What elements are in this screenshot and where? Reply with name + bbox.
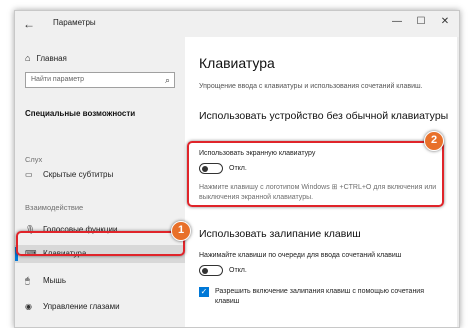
home-icon: ⌂ [25, 53, 31, 63]
highlight-box-keyboard [16, 231, 185, 256]
search-placeholder: Найти параметр [31, 76, 84, 83]
sidebar-section-title: Специальные возможности [25, 109, 136, 118]
sticky-keys-shortcut-label: Разрешить включение залипания клавиш с п… [215, 288, 425, 305]
sticky-keys-toggle-state: Откл. [229, 267, 247, 274]
highlight-box-onscreen-keyboard [187, 141, 444, 207]
minimize-icon[interactable]: — [389, 16, 405, 27]
search-input[interactable]: Найти параметр ⌕ [25, 72, 175, 88]
sidebar-item-label: Мышь [43, 276, 66, 285]
captions-icon: ▭ [25, 170, 33, 179]
sidebar-home[interactable]: ⌂ Главная [25, 53, 67, 63]
step-marker-1: 1 [171, 221, 191, 241]
maximize-icon[interactable]: ☐ [413, 16, 429, 27]
sidebar-item-mouse[interactable]: 🖱 Мышь [25, 272, 66, 290]
page-title: Клавиатура [199, 55, 275, 71]
group-label-interaction: Взаимодействие [25, 203, 84, 212]
scrollbar[interactable] [457, 37, 459, 327]
back-arrow-icon[interactable]: ← [23, 17, 35, 31]
sidebar-item-closed-captions[interactable]: ▭ Скрытые субтитры [25, 166, 113, 184]
sidebar: ⌂ Главная Найти параметр ⌕ Специальные во… [15, 37, 185, 327]
sticky-keys-label: Нажимайте клавиши по очереди для ввода с… [199, 252, 402, 259]
title-bar: ← Параметры — ☐ ✕ [15, 11, 459, 37]
sticky-keys-shortcut-checkbox[interactable]: ✓ [199, 287, 209, 297]
home-label: Главная [36, 54, 67, 63]
sidebar-item-label: Скрытые субтитры [43, 170, 114, 179]
section-heading-sticky-keys: Использовать залипание клавиш [199, 228, 361, 240]
page-subtitle: Упрощение ввода с клавиатуры и использов… [199, 83, 423, 90]
section-heading-onscreen-keyboard: Использовать устройство без обычной клав… [199, 110, 449, 122]
toggle-knob [202, 267, 208, 274]
group-label-hearing: Слух [25, 155, 43, 164]
search-icon[interactable]: ⌕ [165, 75, 170, 86]
eye-icon: ◉ [25, 302, 32, 311]
sticky-keys-toggle[interactable] [199, 265, 223, 276]
mouse-icon: 🖱 [25, 276, 30, 285]
window-title: Параметры [53, 18, 96, 27]
sidebar-item-label: Управление глазами [43, 302, 120, 311]
close-icon[interactable]: ✕ [437, 16, 453, 27]
step-marker-2: 2 [424, 131, 444, 151]
sidebar-item-eye-control[interactable]: ◉ Управление глазами [25, 298, 120, 316]
